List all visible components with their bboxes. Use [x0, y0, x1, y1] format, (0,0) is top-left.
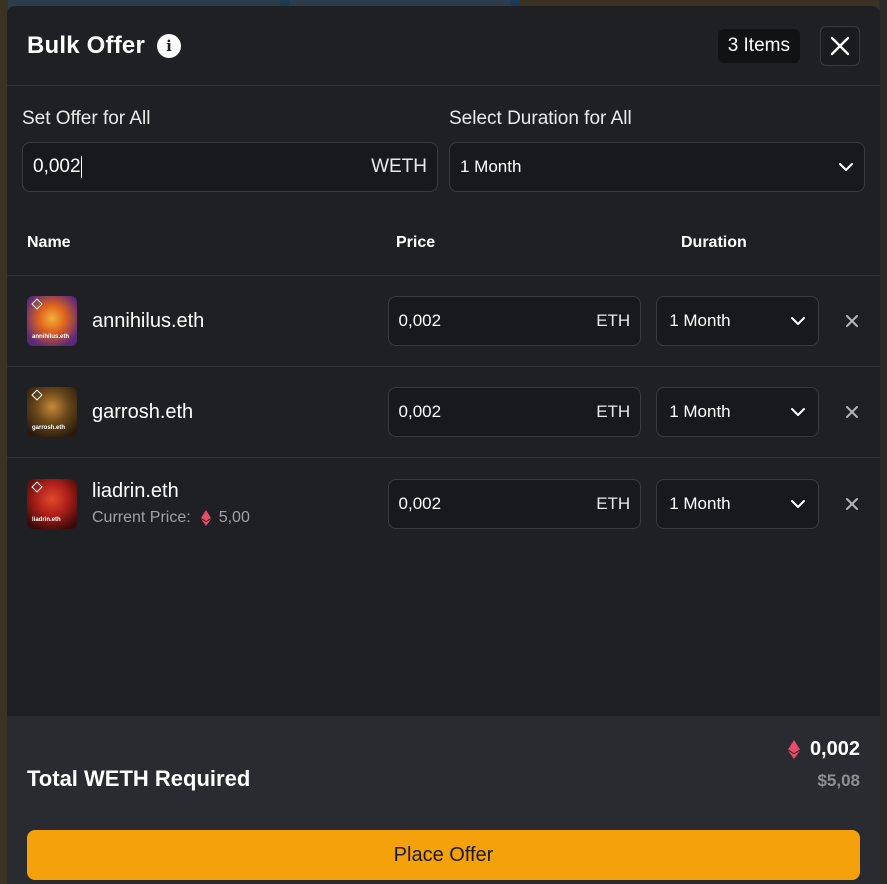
column-duration: Duration: [681, 233, 747, 251]
duration-value: 1 Month: [669, 493, 731, 513]
modal-header: Bulk Offer i 3 Items: [7, 6, 880, 86]
remove-x-icon: [846, 497, 858, 510]
duration-select[interactable]: 1 Month: [656, 387, 820, 437]
current-price: Current Price: 5,00: [92, 509, 250, 527]
chevron-down-icon: [791, 317, 806, 325]
remove-item-button[interactable]: [844, 313, 860, 329]
avatar: liadrin.eth: [27, 478, 77, 529]
total-eth: 0,002: [788, 738, 860, 761]
ens-mark-icon: [31, 389, 43, 401]
chevron-down-icon: [839, 163, 853, 171]
price-value: 0,002: [398, 402, 442, 421]
set-offer-label: Set Offer for All: [22, 108, 151, 129]
close-button[interactable]: [820, 25, 860, 66]
duration-value: 1 Month: [669, 311, 731, 330]
price-unit: ETH: [596, 493, 631, 513]
text-cursor: [80, 155, 82, 178]
column-price: Price: [396, 233, 436, 251]
price-value: 0,002: [398, 493, 442, 513]
ens-mark-icon: [31, 480, 43, 493]
offer-unit: WETH: [371, 156, 427, 177]
table-row: liadrin.eth liadrin.eth Current Price: 5…: [7, 458, 880, 549]
price-input[interactable]: 0,002 ETH: [387, 296, 642, 346]
item-name: liadrin.eth: [92, 480, 179, 502]
ens-mark-icon: [31, 298, 43, 310]
thumb-caption: liadrin.eth: [32, 516, 61, 523]
price-input[interactable]: 0,002 ETH: [387, 387, 642, 437]
info-icon[interactable]: i: [157, 33, 182, 58]
bulk-settings: Set Offer for All 0,002 WETH Select Dura…: [7, 86, 880, 210]
total-eth-value: 0,002: [809, 738, 860, 760]
duration-select[interactable]: 1 Month: [656, 478, 820, 529]
item-name: annihilus.eth: [92, 309, 205, 332]
items-count-badge: 3 Items: [717, 28, 800, 63]
avatar: garrosh.eth: [27, 387, 77, 437]
chevron-down-icon: [791, 499, 806, 508]
column-name: Name: [27, 233, 71, 251]
duration-select[interactable]: 1 Month: [656, 296, 820, 346]
chevron-down-icon: [791, 408, 806, 416]
duration-for-all-select[interactable]: 1 Month: [449, 142, 865, 192]
modal-title: Bulk Offer: [27, 31, 146, 59]
eth-diamond-icon: [788, 740, 800, 759]
remove-item-button[interactable]: [844, 404, 860, 420]
avatar: annihilus.eth: [27, 296, 77, 346]
price-unit: ETH: [596, 311, 631, 330]
item-name: garrosh.eth: [92, 400, 194, 423]
table-row: garrosh.eth garrosh.eth 0,002 ETH 1 Mont…: [7, 367, 880, 458]
price-unit: ETH: [596, 402, 631, 421]
current-price-value: 5,00: [218, 509, 250, 526]
remove-x-icon: [846, 406, 858, 418]
remove-x-icon: [846, 315, 858, 327]
duration-for-all-value: 1 Month: [460, 157, 522, 176]
bulk-offer-modal: Bulk Offer i 3 Items Set Offer for All 0…: [7, 6, 880, 884]
offer-for-all-value: 0,002: [33, 156, 81, 177]
table-row: annihilus.eth annihilus.eth 0,002 ETH 1 …: [7, 276, 880, 367]
eth-diamond-icon: [200, 510, 211, 526]
select-duration-label: Select Duration for All: [449, 108, 632, 129]
total-usd-value: $5,08: [817, 771, 860, 790]
duration-value: 1 Month: [669, 402, 731, 421]
place-offer-button[interactable]: Place Offer: [27, 830, 860, 880]
current-price-label: Current Price:: [92, 509, 191, 526]
price-input[interactable]: 0,002 ETH: [387, 478, 642, 529]
price-value: 0,002: [398, 311, 442, 330]
table-header: Name Price Duration: [7, 210, 880, 276]
modal-footer: Total WETH Required 0,002 $5,08 Place Of…: [7, 716, 880, 884]
total-label: Total WETH Required: [27, 766, 251, 791]
thumb-caption: annihilus.eth: [32, 334, 70, 340]
background-edge: [879, 0, 887, 884]
remove-item-button[interactable]: [844, 496, 860, 512]
close-icon: [830, 36, 850, 55]
thumb-caption: garrosh.eth: [32, 425, 66, 431]
offer-for-all-input[interactable]: 0,002 WETH: [22, 142, 438, 192]
